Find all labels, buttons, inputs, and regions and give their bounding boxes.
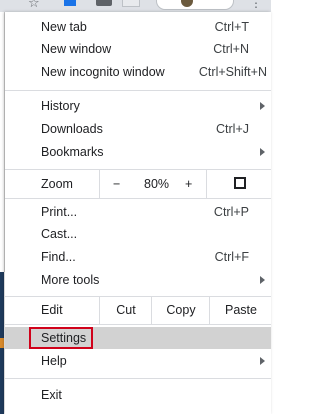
menu-item-shortcut: Ctrl+N (213, 42, 249, 56)
menu-item-shortcut: Ctrl+P (213, 205, 249, 219)
menu-item-find[interactable]: Find... Ctrl+F (5, 246, 271, 268)
menu-item-label: New window (41, 42, 112, 56)
menu-item-label: New tab (41, 20, 87, 34)
menu-item-print[interactable]: Print... Ctrl+P (5, 201, 271, 223)
menu-item-new-tab[interactable]: New tab Ctrl+T (5, 16, 271, 38)
submenu-arrow-icon (260, 357, 265, 365)
menu-item-history[interactable]: History (5, 95, 271, 117)
extension-icon[interactable] (122, 0, 140, 7)
menu-item-exit[interactable]: Exit (5, 384, 271, 406)
menu-item-label: Cast... (41, 227, 78, 241)
zoom-level: 80% (144, 177, 170, 191)
menu-item-shortcut: Ctrl+T (214, 20, 249, 34)
menu-item-downloads[interactable]: Downloads Ctrl+J (5, 118, 271, 140)
zoom-label: Zoom (41, 177, 73, 191)
menu-item-shortcut: Ctrl+J (216, 122, 249, 136)
submenu-arrow-icon (260, 102, 265, 110)
edit-row: Edit Cut Copy Paste (5, 296, 271, 324)
menu-item-more-tools[interactable]: More tools (5, 269, 271, 291)
menu-item-label: Settings (41, 331, 87, 345)
fullscreen-icon[interactable] (234, 177, 246, 189)
menu-item-label: History (41, 99, 80, 113)
menu-item-new-window[interactable]: New window Ctrl+N (5, 38, 271, 60)
menu-item-bookmarks[interactable]: Bookmarks (5, 141, 271, 163)
submenu-arrow-icon (260, 276, 265, 284)
zoom-in-button[interactable]: + (185, 177, 192, 191)
menu-kebab-icon[interactable]: ⋮ (250, 0, 262, 10)
profile-button[interactable] (156, 0, 234, 10)
menu-separator (5, 90, 271, 91)
avatar (181, 0, 193, 7)
menu-item-cast[interactable]: Cast... (5, 223, 271, 245)
menu-item-label: More tools (41, 273, 100, 287)
menu-separator (5, 198, 271, 199)
menu-item-shortcut: Ctrl+F (214, 250, 249, 264)
menu-item-help[interactable]: Help (5, 350, 271, 372)
menu-item-label: Help (41, 354, 67, 368)
page-background-edge (0, 338, 4, 348)
menu-item-label: Exit (41, 388, 62, 402)
zoom-row: Zoom − 80% + (5, 170, 271, 198)
edit-label: Edit (41, 303, 63, 317)
zoom-out-button[interactable]: − (113, 177, 120, 191)
browser-main-menu: New tab Ctrl+T New window Ctrl+N New inc… (5, 12, 271, 414)
menu-item-label: New incognito window (41, 65, 165, 79)
menu-item-label: Print... (41, 205, 78, 219)
menu-item-shortcut: Ctrl+Shift+N (198, 65, 267, 79)
menu-separator (5, 378, 271, 379)
menu-item-label: Find... (41, 250, 76, 264)
bookmark-star-icon[interactable]: ☆ (28, 0, 40, 11)
menu-item-label: Bookmarks (41, 145, 104, 159)
submenu-arrow-icon (260, 148, 265, 156)
extension-icon[interactable] (64, 0, 76, 6)
paste-button[interactable]: Paste (209, 296, 272, 324)
browser-toolbar-strip: ☆ ⋮ (0, 0, 271, 12)
menu-separator (5, 324, 271, 325)
cut-button[interactable]: Cut (99, 296, 152, 324)
menu-item-new-incognito-window[interactable]: New incognito window Ctrl+Shift+N (5, 61, 271, 83)
menu-item-label: Downloads (41, 122, 103, 136)
copy-button[interactable]: Copy (151, 296, 210, 324)
menu-item-settings[interactable]: Settings (5, 327, 271, 349)
extension-icon[interactable] (96, 0, 112, 6)
